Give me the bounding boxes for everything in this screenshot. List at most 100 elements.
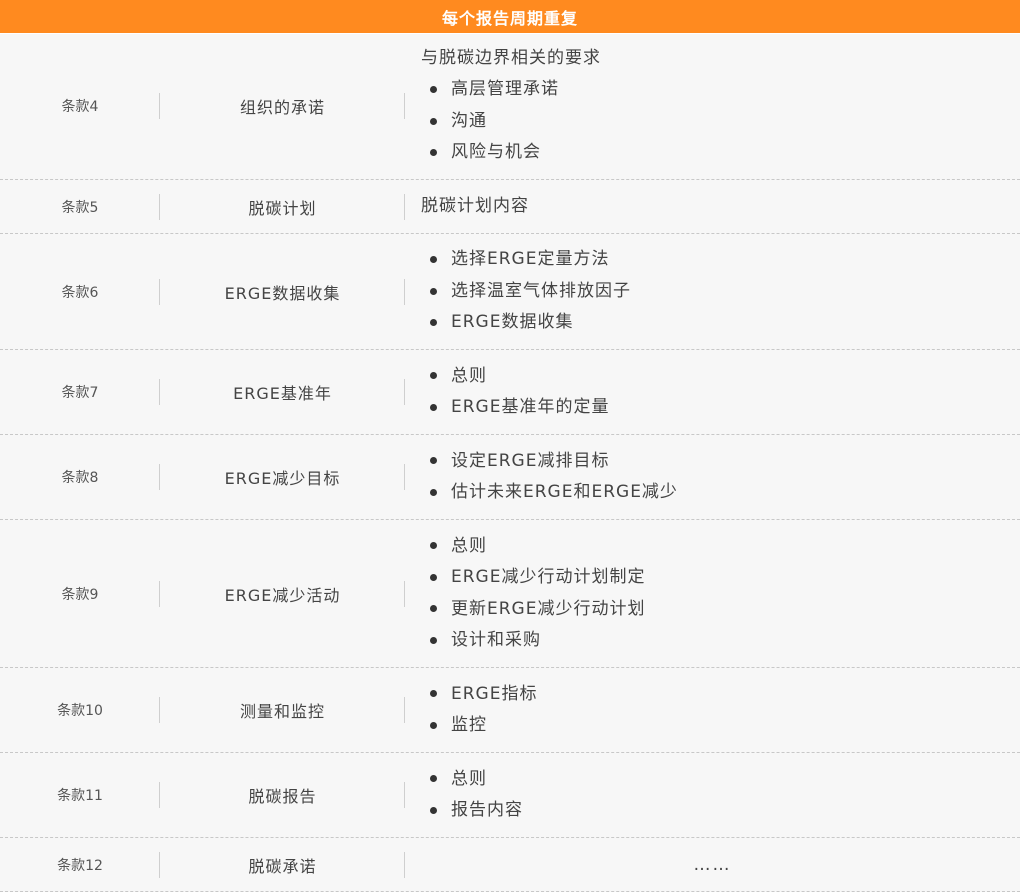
requirements-cell: 设定ERGE减排目标估计未来ERGE和ERGE减少 [405, 435, 1020, 519]
clause-topic: 测量和监控 [160, 668, 405, 752]
list-item-text: 总则 [451, 535, 487, 556]
list-item-text: ERGE数据收集 [451, 312, 574, 333]
list-item: ERGE数据收集 [421, 307, 1020, 338]
list-item-text: 更新ERGE减少行动计划 [451, 598, 646, 619]
clause-number: 条款7 [0, 350, 160, 434]
list-item: 选择温室气体排放因子 [421, 276, 1020, 307]
bullet-icon [430, 605, 437, 613]
table-row: 条款11 脱碳报告 总则报告内容 [0, 753, 1020, 838]
list-item-text: 风险与机会 [451, 142, 541, 163]
list-item: 总则 [421, 531, 1020, 562]
list-item: ERGE指标 [421, 679, 1020, 710]
bullet-icon [430, 86, 437, 94]
clause-table: 每个报告周期重复 条款4 组织的承诺 与脱碳边界相关的要求 高层管理承诺 沟通 风险与机会… [0, 0, 1020, 892]
list-item-text: ERGE基准年的定量 [451, 397, 610, 417]
requirements-ellipsis: …… [693, 854, 732, 875]
table-header: 每个报告周期重复 [0, 0, 1020, 34]
column-divider [404, 379, 405, 405]
bullet-icon [430, 573, 437, 581]
requirements-heading: 与脱碳边界相关的要求 [421, 48, 601, 69]
clause-topic: ERGE基准年 [160, 350, 405, 434]
clause-label: 条款6 [61, 284, 99, 301]
list-item: ERGE减少行动计划制定 [421, 562, 1020, 593]
table-row: 条款7 ERGE基准年 总则 ERGE基准年的定量 [0, 350, 1020, 435]
bullet-icon [430, 117, 437, 125]
list-item-text: 高层管理承诺 [451, 79, 559, 100]
topic-label: 脱碳报告 [248, 787, 317, 806]
bullet-icon [430, 721, 437, 729]
clause-topic: 脱碳承诺 [160, 838, 405, 891]
table-row: 条款6 ERGE数据收集 选择ERGE定量方法 选择温室气体排放因子 ERGE数据收集 [0, 234, 1020, 350]
bullet-icon [430, 457, 437, 465]
clause-number: 条款10 [0, 668, 160, 752]
column-divider [404, 697, 405, 723]
list-item: 沟通 [421, 106, 1020, 137]
list-item-text: 沟通 [451, 110, 487, 131]
requirements-list: 总则 报告内容 [421, 764, 1020, 827]
bullet-icon [430, 372, 437, 380]
requirements-cell: 总则 报告内容 [405, 753, 1020, 837]
list-item: 总则 [421, 764, 1020, 795]
clause-topic: 组织的承诺 [160, 33, 405, 179]
requirements-cell: 总则 ERGE基准年的定量 [405, 350, 1020, 434]
requirements-cell: 选择ERGE定量方法 选择温室气体排放因子 ERGE数据收集 [405, 234, 1020, 349]
list-item: 风险与机会 [421, 137, 1020, 168]
bullet-icon [430, 488, 437, 496]
topic-label: ERGE数据收集 [224, 283, 341, 303]
topic-label: 组织的承诺 [239, 98, 325, 117]
list-item-text: 估计未来ERGE和ERGE减少 [451, 482, 678, 502]
requirements-list: 总则 ERGE基准年的定量 [421, 361, 1020, 424]
topic-label: ERGE基准年 [233, 384, 332, 403]
column-divider [404, 782, 405, 808]
table-row: 条款9 ERGE减少活动 总则 ERGE减少行动计划制定更新ERGE减少行动计划设计和… [0, 520, 1020, 668]
column-divider [404, 93, 405, 119]
list-item: 设计和采购 [421, 625, 1020, 656]
column-divider [404, 580, 405, 607]
list-item-text: 选择ERGE定量方法 [451, 249, 610, 270]
clause-label: 条款12 [57, 857, 103, 874]
bullet-icon [430, 318, 437, 326]
list-item: 高层管理承诺 [421, 74, 1020, 105]
bullet-icon [430, 542, 437, 550]
list-item-text: 选择温室气体排放因子 [451, 280, 631, 301]
clause-number: 条款11 [0, 753, 160, 837]
list-item: 更新ERGE减少行动计划 [421, 594, 1020, 625]
clause-topic: 脱碳计划 [160, 180, 405, 233]
topic-label: ERGE减少活动 [224, 585, 341, 605]
clause-label: 条款9 [61, 586, 99, 603]
requirements-list: 总则 ERGE减少行动计划制定更新ERGE减少行动计划设计和采购 [421, 531, 1020, 657]
clause-topic: ERGE数据收集 [160, 234, 405, 349]
bullet-icon [430, 256, 437, 264]
topic-label: 脱碳承诺 [248, 856, 317, 876]
table-row: 条款12 脱碳承诺 …… [0, 838, 1020, 892]
clause-number: 条款5 [0, 180, 160, 233]
table-row: 条款4 组织的承诺 与脱碳边界相关的要求 高层管理承诺 沟通 风险与机会 [0, 33, 1020, 180]
list-item: ERGE基准年的定量 [421, 392, 1020, 423]
bullet-icon [430, 148, 437, 156]
clause-topic: 脱碳报告 [160, 753, 405, 837]
list-item: 选择ERGE定量方法 [421, 244, 1020, 275]
requirements-cell: 脱碳计划内容 [405, 180, 1020, 233]
bullet-icon [430, 403, 437, 411]
list-item: 报告内容 [421, 795, 1020, 826]
list-item-text: 报告内容 [451, 800, 523, 820]
table-row: 条款5 脱碳计划 脱碳计划内容 [0, 180, 1020, 234]
bullet-icon [430, 775, 437, 783]
list-item: 估计未来ERGE和ERGE减少 [421, 477, 1020, 508]
clause-number: 条款6 [0, 234, 160, 349]
requirements-cell: 与脱碳边界相关的要求高层管理承诺 沟通风险与机会 [405, 33, 1020, 179]
bullet-icon [430, 287, 437, 295]
column-divider [404, 278, 405, 305]
list-item: 设定ERGE减排目标 [421, 446, 1020, 477]
clause-label: 条款11 [57, 788, 103, 804]
list-item-text: 总则 [451, 365, 487, 386]
topic-label: ERGE减少目标 [224, 469, 341, 488]
table-row: 条款8 ERGE减少目标 设定ERGE减排目标 估计未来ERGE和ERGE减少 [0, 435, 1020, 520]
clause-number: 条款9 [0, 520, 160, 667]
requirements-cell: ERGE指标 监控 [405, 668, 1020, 752]
table-row: 条款10 测量和监控 ERGE指标 监控 [0, 668, 1020, 753]
list-item-text: 总则 [451, 768, 487, 789]
table-title: 每个报告周期重复 [441, 8, 578, 28]
bullet-icon [430, 690, 437, 698]
list-item-text: 设定ERGE减排目标 [451, 450, 610, 471]
